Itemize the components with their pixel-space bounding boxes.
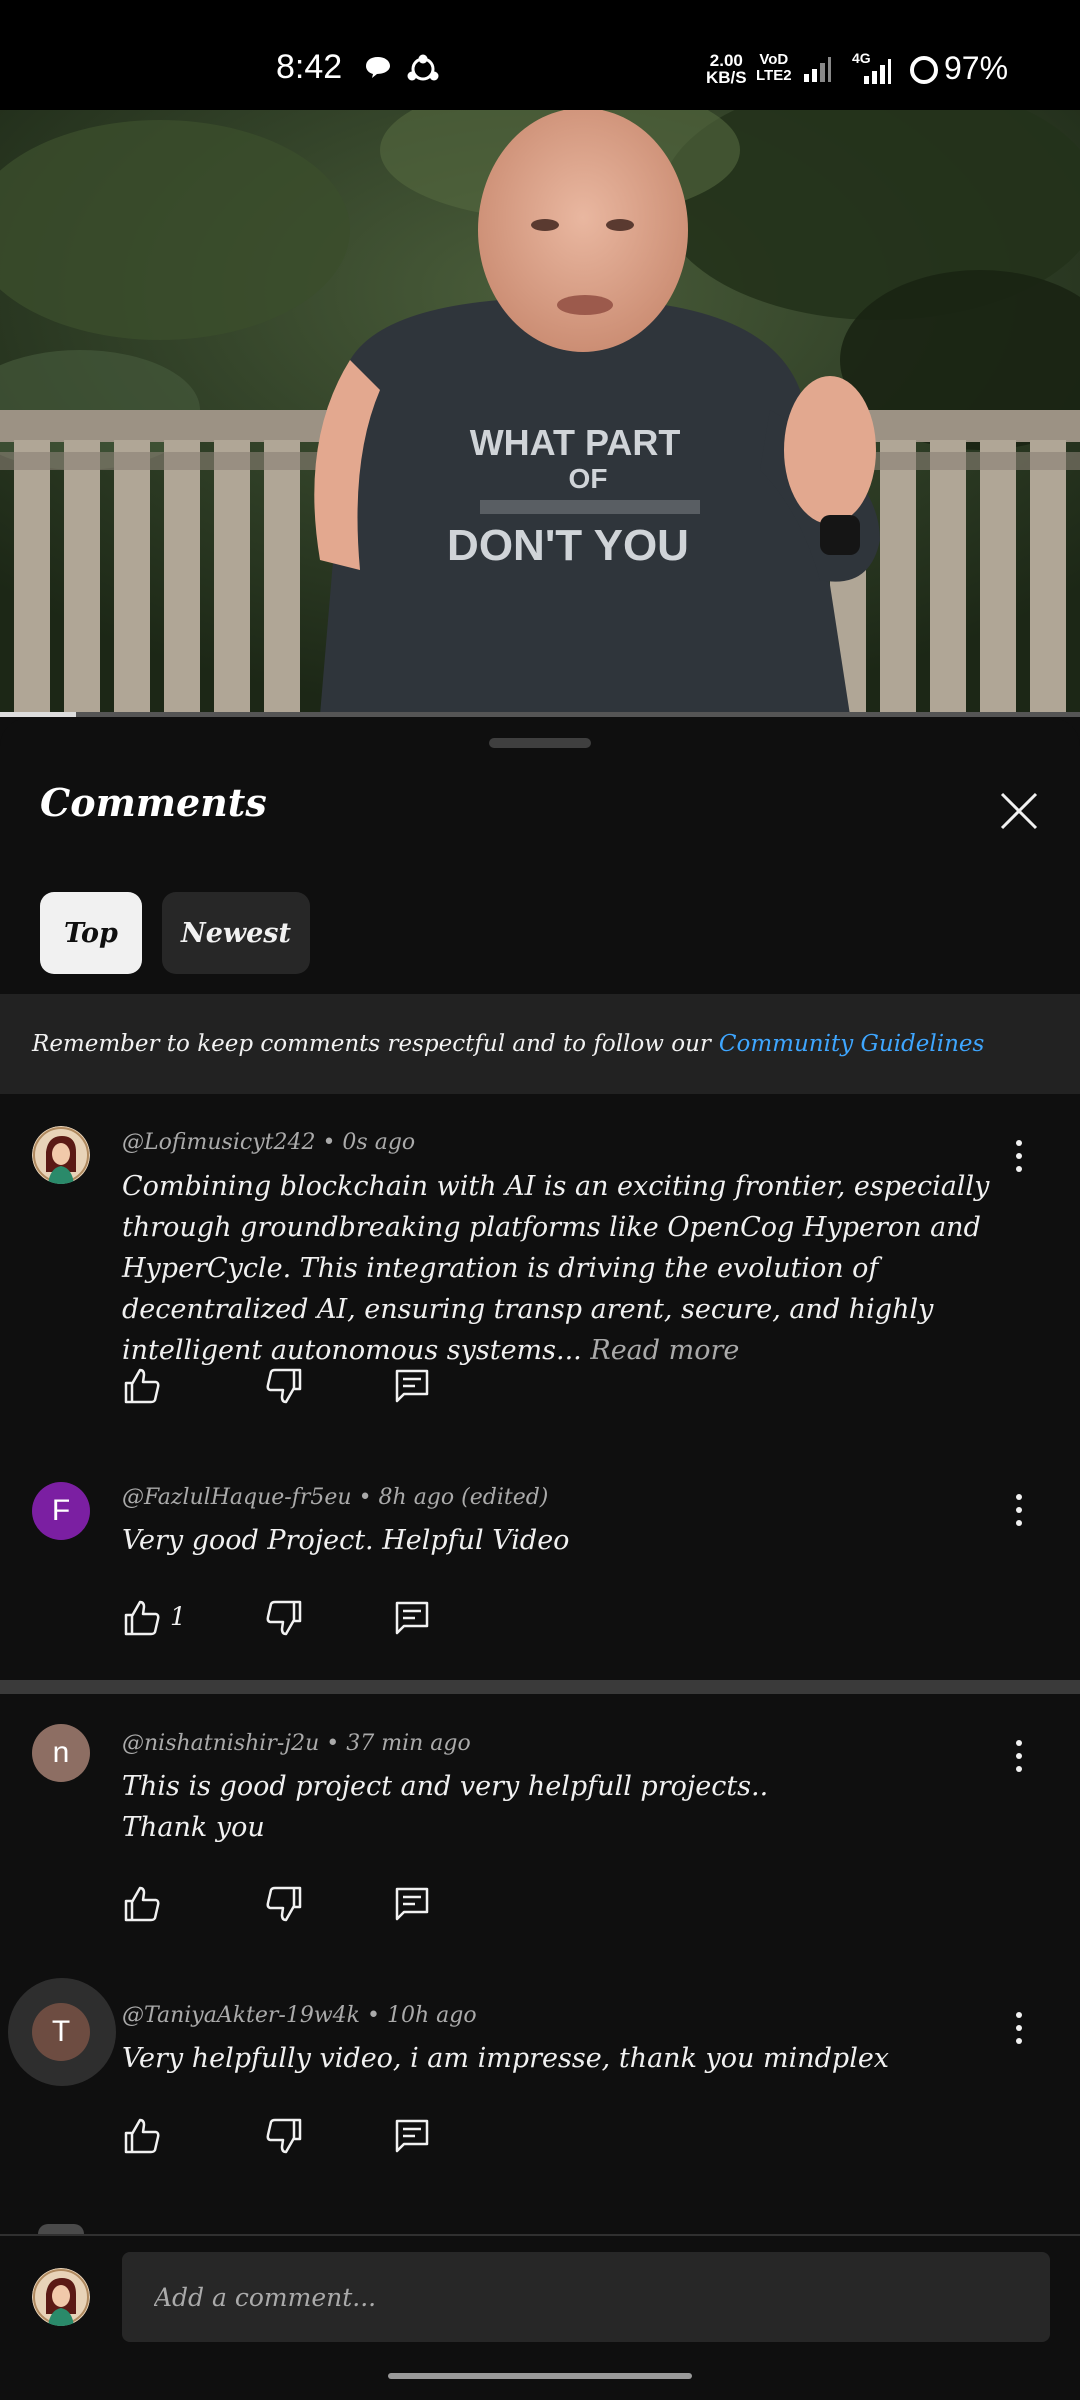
reply-icon[interactable] (392, 1598, 432, 1638)
reply-icon[interactable] (392, 1884, 432, 1924)
comment-meta: @TaniyaAkter-19w4k • 10h ago (122, 2003, 477, 2028)
avatar[interactable]: T (32, 2003, 90, 2061)
comment-meta: @Lofimusicyt242 • 0s ago (122, 1130, 416, 1155)
thumbs-up-icon[interactable] (122, 1884, 162, 1924)
video-progress-bar[interactable] (0, 712, 1080, 717)
more-vert-icon[interactable] (1006, 1134, 1032, 1178)
chat-bubble-icon (366, 57, 390, 78)
comment-text: Very good Project. Helpful Video (122, 1525, 570, 1556)
more-vert-icon[interactable] (1006, 2006, 1032, 2050)
like-count: 1 (170, 1602, 186, 1631)
guidelines-text: Remember to keep comments respectful and… (32, 1031, 711, 1057)
shirt-text-line2: OF (569, 463, 608, 494)
shirt-text-line3: DON'T YOU (447, 521, 689, 570)
more-vert-icon[interactable] (1006, 1488, 1032, 1532)
sheet-drag-handle[interactable] (489, 738, 591, 748)
more-vert-icon[interactable] (1006, 1734, 1032, 1778)
comment-meta: @FazlulHaque-fr5eu • 8h ago (edited) (122, 1485, 549, 1510)
reply-icon[interactable] (392, 2116, 432, 2156)
reply-icon[interactable] (392, 1366, 432, 1406)
video-player[interactable]: WHAT PART OF DON'T YOU (0, 110, 1080, 715)
battery-percent: 97% (944, 50, 1009, 86)
battery-ring-icon (910, 56, 938, 84)
volte-indicator: VoD LTE2 (756, 51, 792, 84)
status-time: 8:42 (276, 48, 343, 86)
guidelines-banner: Remember to keep comments respectful and… (0, 994, 1080, 1094)
thumbs-up-icon[interactable] (122, 1366, 162, 1406)
thumbs-down-icon[interactable] (264, 2116, 304, 2156)
filter-chip-newest[interactable]: Newest (162, 892, 310, 974)
community-guidelines-link[interactable]: Community Guidelines (719, 1031, 984, 1057)
comment-text: Very helpfully video, i am impresse, tha… (122, 2043, 890, 2074)
filter-chip-top[interactable]: Top (40, 892, 142, 974)
add-comment-input[interactable] (122, 2252, 1050, 2342)
comment-meta: @nishatnishir-j2u • 37 min ago (122, 1731, 471, 1756)
signal-icon (804, 57, 831, 82)
avatar[interactable]: n (32, 1724, 90, 1782)
thumbs-up-icon[interactable] (122, 1598, 162, 1638)
network-speed: 2.00 KB/S (706, 51, 747, 87)
video-progress-fill (0, 712, 76, 717)
shirt-text-line1: WHAT PART (470, 422, 681, 463)
signal-icon (864, 59, 891, 84)
thumbs-down-icon[interactable] (264, 1366, 304, 1406)
comments-title: Comments (40, 780, 267, 825)
avatar[interactable] (32, 1126, 90, 1184)
thumbs-down-icon[interactable] (264, 1598, 304, 1638)
section-divider (0, 1680, 1080, 1694)
home-indicator[interactable] (388, 2373, 692, 2379)
avatar[interactable]: F (32, 1482, 90, 1540)
comment-text: This is good project and very helpfull p… (122, 1771, 769, 1843)
video-frame: WHAT PART OF DON'T YOU (0, 110, 1080, 715)
close-icon[interactable] (994, 786, 1044, 836)
comment-text: Combining blockchain with AI is an excit… (122, 1171, 990, 1366)
share-hub-icon (407, 54, 439, 81)
thumbs-down-icon[interactable] (264, 1884, 304, 1924)
read-more-link[interactable]: Read more (590, 1335, 739, 1366)
thumbs-up-icon[interactable] (122, 2116, 162, 2156)
next-comment-avatar-peek (38, 2224, 84, 2234)
status-bar: 8:42 2.00 KB/S VoD LTE2 4G 97% (0, 0, 1080, 110)
avatar (32, 2268, 90, 2326)
